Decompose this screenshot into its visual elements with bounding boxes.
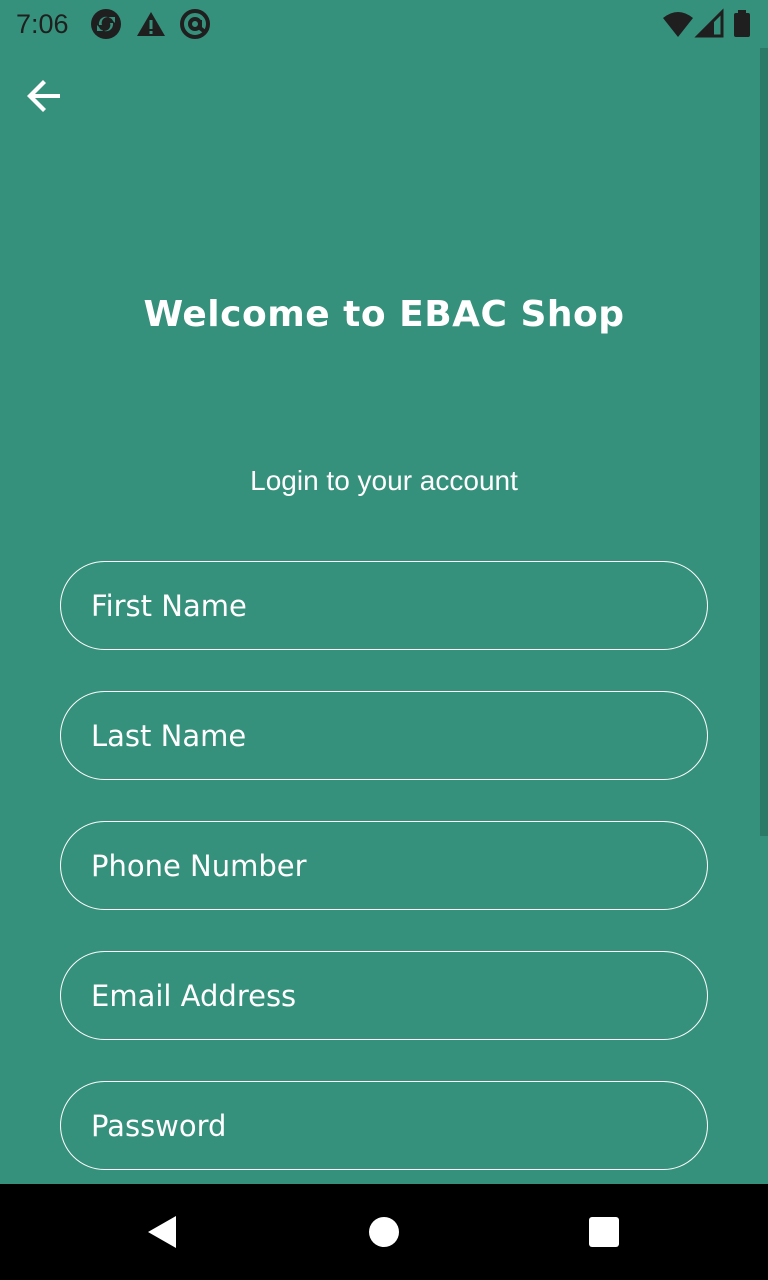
status-time: 7:06 xyxy=(16,9,69,39)
phone-number-input[interactable] xyxy=(61,822,707,909)
nav-back-button[interactable] xyxy=(138,1208,186,1256)
page-subtitle: Login to your account xyxy=(250,465,518,496)
last-name-field[interactable] xyxy=(60,691,708,780)
page-title: Welcome to EBAC Shop xyxy=(143,294,625,335)
recents-square-icon xyxy=(589,1217,619,1247)
first-name-field[interactable] xyxy=(60,561,708,650)
warning-icon xyxy=(135,8,167,40)
nav-recents-button[interactable] xyxy=(580,1208,628,1256)
status-bar: 7:06 xyxy=(0,0,768,48)
email-address-field[interactable] xyxy=(60,951,708,1040)
nav-home-button[interactable] xyxy=(360,1208,408,1256)
at-sign-icon xyxy=(179,8,211,40)
navigation-bar xyxy=(0,1184,768,1280)
signal-icon xyxy=(694,8,726,40)
first-name-input[interactable] xyxy=(61,562,707,649)
phone-number-field[interactable] xyxy=(60,821,708,910)
sync-app-icon xyxy=(90,8,122,40)
email-address-input[interactable] xyxy=(61,952,707,1039)
battery-icon xyxy=(732,8,752,40)
back-triangle-icon xyxy=(148,1216,176,1248)
password-input[interactable] xyxy=(61,1082,707,1169)
home-circle-icon xyxy=(369,1217,399,1247)
scroll-indicator[interactable] xyxy=(760,48,768,836)
wifi-icon xyxy=(662,8,694,40)
back-button[interactable] xyxy=(20,72,68,120)
password-field[interactable] xyxy=(60,1081,708,1170)
arrow-left-icon xyxy=(27,80,60,112)
last-name-input[interactable] xyxy=(61,692,707,779)
